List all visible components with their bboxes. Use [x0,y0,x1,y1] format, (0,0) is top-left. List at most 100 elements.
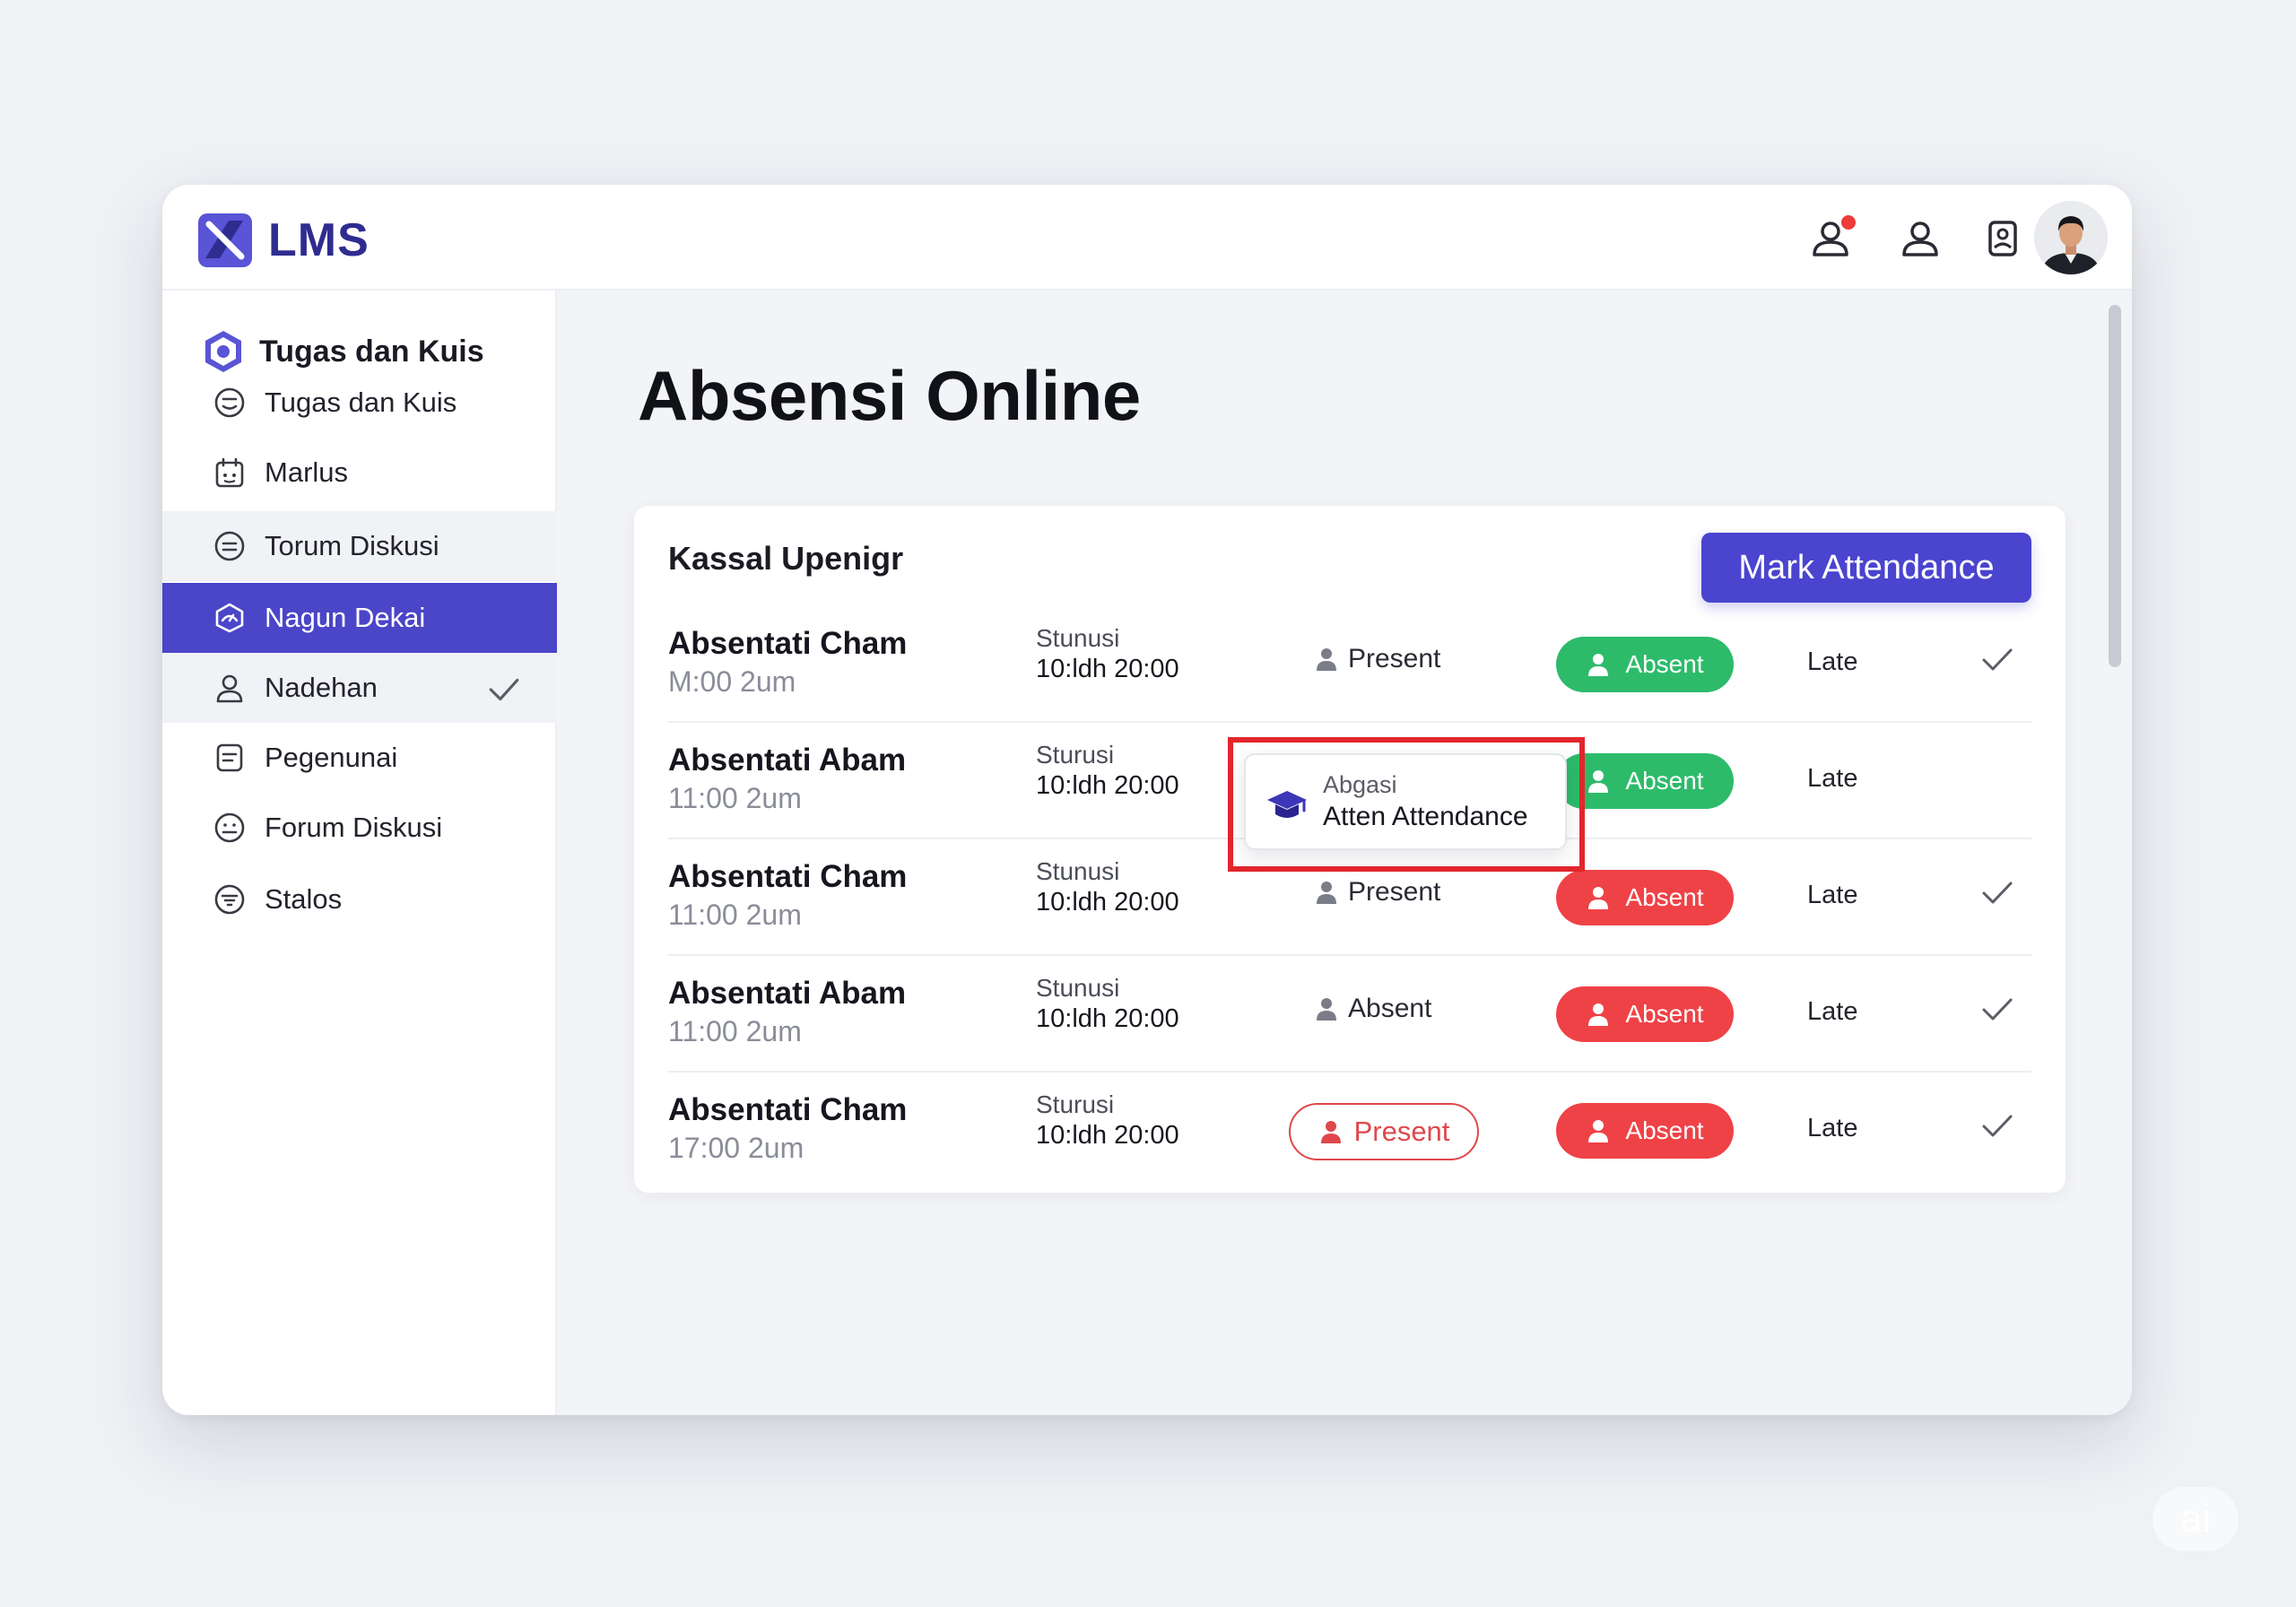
student-name: Absentati Cham [668,859,908,894]
highlight-box [1228,737,1585,872]
smile-circle-icon [214,387,245,418]
pill-label: Absent [1625,1116,1704,1144]
late-option[interactable]: Late [1807,997,1857,1027]
user-notification-icon[interactable] [1809,213,1857,260]
student-time: 11:00 2um [668,782,802,814]
person-icon [216,674,243,703]
student-name: Absentati Abam [668,976,907,1011]
check-icon[interactable] [1979,644,2015,676]
pill-label: Absent [1625,883,1704,911]
sidebar-item-tugas-dan-kuis[interactable]: Tugas dan Kuis [162,368,557,438]
user-icon[interactable] [1899,217,1942,260]
status-option[interactable]: Present [1314,877,1440,908]
session-label: Sturusi [1036,741,1115,769]
student-time: 11:00 2um [668,899,802,931]
sidebar-item-label: Forum Diskusi [265,812,443,843]
sidebar-item-label: Stalos [265,883,343,915]
notification-dot [1839,213,1857,231]
person-icon [1317,882,1336,904]
session-date: 10:ldh 20:00 [1036,888,1179,916]
card-title: Kassal Upenigr [668,540,904,577]
table-row: Absentati Cham M:00 2um Stunusi 10:ldh 2… [668,606,2031,723]
check-icon[interactable] [1979,877,2015,909]
filter-circle-icon [214,884,245,915]
sidebar-item-label: Nagun Dekai [265,602,426,633]
status-label: Present [1348,644,1441,673]
session-date: 10:ldh 20:00 [1036,1121,1179,1150]
session-date: 10:ldh 20:00 [1036,655,1179,683]
sidebar-item-label: Tugas dan Kuis [265,387,457,418]
status-label: Absent [1348,994,1432,1023]
pill-label: Absent [1625,767,1704,795]
session-date: 10:ldh 20:00 [1036,1004,1179,1033]
late-option[interactable]: Late [1807,764,1857,794]
table-row: Absentati Abam 11:00 2um Stunusi 10:ldh … [668,956,2031,1073]
sidebar-item-nagun-dekai[interactable]: Nagun Dekai [162,583,557,653]
student-name: Absentati Cham [668,1092,908,1127]
sidebar-item-forum-diskusi[interactable]: Forum Diskusi [162,793,557,863]
avatar[interactable] [2034,201,2108,274]
student-time: M:00 2um [668,665,796,698]
status-option[interactable]: Absent [1314,994,1431,1024]
session-label: Stunusi [1036,974,1120,1002]
person-icon [1317,998,1336,1021]
top-bar: LMS [162,185,2132,291]
pill-label: Absent [1625,650,1704,678]
sidebar-item-pegenunai[interactable]: Pegenunai [162,723,557,793]
late-option[interactable]: Late [1807,881,1857,910]
student-time: 17:00 2um [668,1132,804,1164]
sidebar-item-nadehan[interactable]: Nadehan [162,653,557,723]
list-circle-icon [214,531,245,561]
student-name: Absentati Abam [668,743,907,777]
session-label: Sturusi [1036,1090,1115,1118]
status-label: Present [1353,1116,1450,1147]
absent-pill[interactable]: Absent [1556,1103,1734,1159]
absent-pill[interactable]: Absent [1556,637,1734,692]
person-icon [1317,648,1336,671]
session-date: 10:ldh 20:00 [1036,771,1179,800]
session-label: Stunusi [1036,624,1120,652]
table-row: Absentati Cham 17:00 2um Sturusi 10:ldh … [668,1073,2031,1189]
status-label: Present [1348,877,1441,907]
late-option[interactable]: Late [1807,1114,1857,1143]
status-option[interactable]: Present [1314,644,1440,674]
session-label: Stunusi [1036,857,1120,885]
check-icon [489,678,519,701]
late-option[interactable]: Late [1807,647,1857,677]
calendar-icon [215,457,244,488]
logo-text: LMS [268,214,370,266]
id-badge-icon[interactable] [1981,217,2024,260]
sidebar-item-label: Torum Diskusi [265,530,439,561]
present-outline-button[interactable]: Present [1289,1103,1479,1160]
logo[interactable]: LMS [196,212,370,269]
sidebar-item-label: Marlus [265,456,349,488]
document-icon [216,743,243,772]
person-icon [1320,1121,1341,1143]
absent-pill[interactable]: Absent [1556,986,1734,1042]
sidebar: Tugas dan Kuis Tugas dan Kuis Marlus Tor… [162,291,557,1415]
page-title: Absensi Online [638,356,1141,435]
logo-icon [198,213,252,267]
sidebar-item-stalos[interactable]: Stalos [162,864,557,934]
sidebar-item-torum-diskusi[interactable]: Torum Diskusi [162,511,557,581]
sidebar-item-label: Nadehan [265,672,378,703]
person-icon [1588,770,1609,793]
sidebar-item-marlus[interactable]: Marlus [162,438,557,508]
watermark-badge: ai [2152,1487,2239,1551]
person-icon [1588,654,1609,676]
mark-attendance-button[interactable]: Mark Attendance [1701,533,2031,603]
check-icon[interactable] [1979,1110,2015,1142]
person-icon [1588,1120,1609,1142]
person-icon [1588,887,1609,909]
student-time: 11:00 2um [668,1015,802,1047]
person-icon [1588,1003,1609,1026]
absent-pill[interactable]: Absent [1556,870,1734,925]
student-name: Absentati Cham [668,626,908,661]
app-window: LMS Tugas dan Kuis Tugas dan Kuis Marlus… [162,185,2132,1415]
sidebar-item-label: Pegenunai [265,742,398,773]
check-icon[interactable] [1979,994,2015,1026]
pill-label: Absent [1625,1000,1704,1028]
smile-circle-icon [214,812,245,843]
scrollbar-thumb[interactable] [2109,305,2121,667]
gauge-icon [215,603,244,633]
